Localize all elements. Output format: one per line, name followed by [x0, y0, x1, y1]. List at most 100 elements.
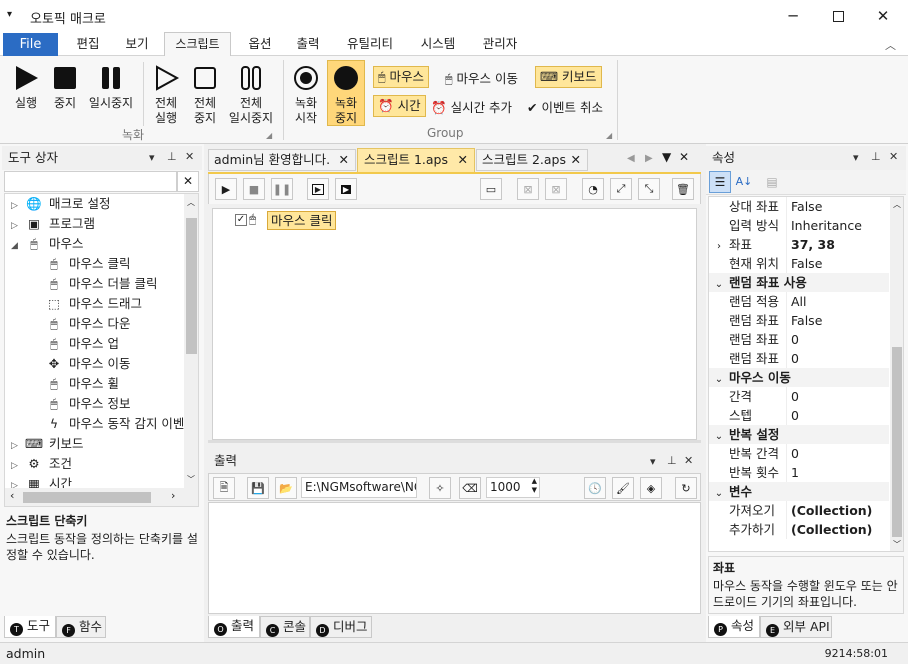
- property-value[interactable]: Inheritance: [787, 216, 862, 235]
- scroll-left-icon[interactable]: ‹: [10, 489, 14, 502]
- pin-icon[interactable]: ⊥: [871, 150, 881, 163]
- categorized-view-button[interactable]: ☰: [709, 171, 731, 193]
- panel-close-icon[interactable]: ✕: [185, 150, 194, 163]
- property-value[interactable]: 0: [787, 406, 799, 425]
- tree-item[interactable]: ▷ ⚙ 조건: [5, 454, 183, 474]
- property-row[interactable]: 반복 간격 0: [709, 444, 889, 463]
- editor-image-button[interactable]: ▭: [480, 178, 502, 200]
- property-row[interactable]: 추가하기 (Collection): [709, 520, 889, 539]
- tree-item[interactable]: ◢ 🖱 마우스: [5, 234, 183, 254]
- property-value[interactable]: 0: [787, 349, 799, 368]
- editor-close-icon[interactable]: ✕: [679, 150, 689, 164]
- property-value[interactable]: 0: [787, 330, 799, 349]
- tree-item[interactable]: ✥ 마우스 이동: [5, 354, 183, 374]
- editor-clock-button[interactable]: ◔: [582, 178, 604, 200]
- property-value[interactable]: (Collection): [787, 520, 872, 539]
- property-value[interactable]: False: [787, 197, 822, 216]
- mouse-move-toggle[interactable]: 🖱 마우스 이동: [445, 68, 518, 87]
- realtime-add-button[interactable]: ⏰ 실시간 추가: [431, 97, 512, 116]
- group-launcher-icon[interactable]: ◢: [606, 131, 612, 140]
- tab-close-icon[interactable]: ✕: [339, 150, 349, 170]
- panel-dropdown-icon[interactable]: ▾: [650, 455, 656, 468]
- script-line-item[interactable]: 마우스 클릭: [267, 211, 337, 230]
- tab-options[interactable]: 옵션: [246, 32, 274, 56]
- output-open-button[interactable]: 📂: [275, 477, 297, 499]
- tab-scroll-left-icon[interactable]: ◀: [627, 153, 635, 164]
- tab-close-icon[interactable]: ✕: [458, 149, 468, 171]
- pause-all-button[interactable]: 전체 일시중지: [226, 64, 276, 126]
- scroll-up-icon[interactable]: ︿: [893, 199, 901, 210]
- record-stop-button[interactable]: 녹화 중지: [327, 60, 365, 126]
- group-launcher-icon[interactable]: ◢: [266, 131, 272, 140]
- property-value[interactable]: All: [787, 292, 807, 311]
- record-start-button[interactable]: 녹화 시작: [289, 64, 323, 126]
- panel-close-icon[interactable]: ✕: [889, 150, 898, 163]
- property-value[interactable]: 0: [787, 387, 799, 406]
- panel-close-icon[interactable]: ✕: [684, 454, 693, 467]
- property-row[interactable]: 현재 위치 False: [709, 254, 889, 273]
- tree-item[interactable]: ▷ 🌐 매크로 설정: [5, 194, 183, 214]
- output-log-area[interactable]: [208, 502, 701, 614]
- property-row[interactable]: 랜덤 좌표 0: [709, 349, 889, 368]
- property-row[interactable]: 상대 좌표 False: [709, 197, 889, 216]
- output-clean-button[interactable]: ✧: [429, 477, 451, 499]
- event-cancel-button[interactable]: ✔ 이벤트 취소: [527, 97, 603, 116]
- property-value[interactable]: False: [787, 311, 822, 330]
- close-button[interactable]: ✕: [860, 0, 906, 32]
- bottom-tab-tools[interactable]: T 도구: [4, 616, 56, 638]
- editor-step-button[interactable]: ▶: [307, 178, 329, 200]
- scroll-down-icon[interactable]: ﹀: [187, 474, 195, 485]
- editor-pause-button[interactable]: ❚❚: [271, 178, 293, 200]
- panel-dropdown-icon[interactable]: ▾: [149, 151, 155, 164]
- collapsed-arrow-icon[interactable]: ▷: [11, 196, 25, 216]
- editor-stop-button[interactable]: ■: [243, 178, 265, 200]
- property-row[interactable]: › 좌표 37, 38: [709, 235, 889, 254]
- scroll-right-icon[interactable]: ›: [171, 489, 175, 502]
- search-clear-button[interactable]: ✕: [177, 171, 199, 192]
- tab-list-icon[interactable]: ▼: [662, 150, 671, 164]
- pin-icon[interactable]: ⊥: [667, 454, 677, 467]
- editor-trash-button[interactable]: 🗑: [672, 178, 694, 200]
- property-value[interactable]: (Collection): [787, 501, 872, 520]
- keyboard-toggle[interactable]: ⌨ 키보드: [535, 66, 602, 88]
- property-section[interactable]: ⌄ 마우스 이동: [709, 368, 889, 387]
- tree-item[interactable]: 🖱 마우스 다운: [5, 314, 183, 334]
- stop-button[interactable]: 중지: [49, 64, 81, 111]
- output-brush-button[interactable]: 🖌: [612, 477, 634, 499]
- bottom-tab-output[interactable]: O 출력: [208, 616, 260, 638]
- editor-run-frame-button[interactable]: ▶: [335, 178, 357, 200]
- run-all-button[interactable]: 전체 실행: [149, 64, 183, 126]
- tab-system[interactable]: 시스템: [418, 32, 458, 56]
- scroll-up-icon[interactable]: ︿: [187, 197, 195, 208]
- maximize-button[interactable]: [815, 0, 861, 32]
- output-refresh-button[interactable]: ↻: [675, 477, 697, 499]
- tree-vertical-scrollbar[interactable]: ︿ ﹀: [184, 194, 198, 488]
- output-eraser-button[interactable]: ⌫: [459, 477, 481, 499]
- tab-view[interactable]: 보기: [123, 32, 151, 56]
- editor-delete2-button[interactable]: ⊠: [545, 178, 567, 200]
- property-row[interactable]: 스텝 0: [709, 406, 889, 425]
- script-editor-canvas[interactable]: ✓ 🖱 마우스 클릭: [212, 208, 697, 440]
- script-line-checkbox[interactable]: ✓: [235, 214, 247, 226]
- tree-item[interactable]: 🖱 마우스 클릭: [5, 254, 183, 274]
- output-save-button[interactable]: 💾: [247, 477, 269, 499]
- property-row[interactable]: 랜덤 좌표 0: [709, 330, 889, 349]
- bottom-tab-properties[interactable]: P 속성: [708, 616, 760, 638]
- tree-item[interactable]: 🖱 마우스 더블 클릭: [5, 274, 183, 294]
- editor-expand-button[interactable]: ⤢: [610, 178, 632, 200]
- tab-admin[interactable]: 관리자: [480, 32, 520, 56]
- file-menu-button[interactable]: File: [3, 33, 58, 57]
- output-clock-button[interactable]: 🕓: [584, 477, 606, 499]
- pause-button[interactable]: 일시중지: [86, 64, 136, 111]
- property-value[interactable]: False: [787, 254, 822, 273]
- editor-collapse-button[interactable]: ⤡: [638, 178, 660, 200]
- scroll-down-icon[interactable]: ﹀: [893, 539, 901, 550]
- bottom-tab-console[interactable]: C 콘솔: [260, 616, 310, 638]
- tree-item[interactable]: 🖱 마우스 휠: [5, 374, 183, 394]
- alphabetical-view-button[interactable]: A↓: [734, 172, 754, 192]
- spinner-icon[interactable]: ▲ ▼: [532, 477, 537, 495]
- editor-tab-script2[interactable]: 스크립트 2.aps ✕: [476, 149, 588, 171]
- property-section[interactable]: ⌄ 변수: [709, 482, 889, 501]
- tree-horizontal-scrollbar[interactable]: ‹ ›: [5, 488, 198, 506]
- property-row[interactable]: 랜덤 좌표 False: [709, 311, 889, 330]
